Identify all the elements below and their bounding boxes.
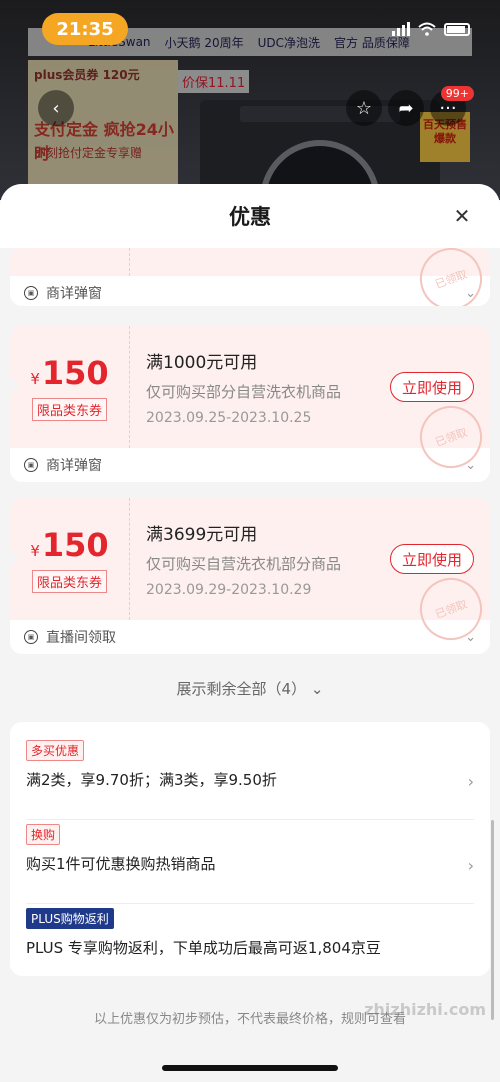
promotion-item[interactable]: 换购 购买1件可优惠换购热销商品 › [26,824,474,904]
sheet-header: 优惠 ✕ [0,184,500,248]
coupon-type-tag: 限品类东券 [31,397,107,421]
chevron-down-icon: ⌄ [310,680,324,698]
close-button[interactable]: ✕ [450,204,474,228]
coupon-source-label: 商详弹窗 [46,286,102,302]
sheet-title: 优惠 [229,205,271,229]
coupon-foot[interactable]: ▣ 商详弹窗 ⌄ [10,276,490,306]
wifi-icon [418,22,436,36]
coupon-source-icon: ▣ [24,630,38,644]
star-icon: ☆ [355,97,373,119]
status-icons [392,22,470,36]
promotion-text: 满2类，享9.70折；满3类，享9.50折 [26,771,277,789]
promotion-tag: 多买优惠 [26,740,85,761]
show-more-label: 展示剩余全部（4） [176,680,307,698]
coupon-body: ¥150 限品类东券 满1000元可用 仅可购买部分自营洗衣机商品 2023.0… [10,326,490,477]
coupon-source-icon: ▣ [24,286,38,300]
coupon-foot[interactable]: ▣ 直播间领取 ⌄ [10,620,490,654]
coupon-card: ¥150 限品类东券 满1000元可用 仅可购买部分自营洗衣机商品 2023.0… [10,326,490,482]
chevron-right-icon: › [467,856,474,875]
back-button[interactable]: ‹ [38,90,74,126]
coupon-amount-block: ¥150 限品类东券 [10,498,130,620]
coupon-left-partial [10,248,130,276]
use-now-button[interactable]: 立即使用 [390,372,474,402]
share-button[interactable]: ➦ [388,90,424,126]
message-badge: 99+ [440,86,474,101]
coupon-condition: 满3699元可用 [146,525,258,545]
coupon-foot[interactable]: ▣ 商详弹窗 ⌄ [10,448,490,482]
screen: LittleSwan 小天鹅 20周年 UDC净泡洗 官方 品质保障 plus会… [0,0,500,1082]
coupon-amount: ¥150 [30,353,109,392]
promotions-card: 多买优惠 满2类，享9.70折；满3类，享9.50折 › 换购 购买1件可优惠换… [10,722,490,976]
coupon-body-partial: 已领取 [10,248,490,306]
use-now-button[interactable]: 立即使用 [390,544,474,574]
promotion-tag: 换购 [26,824,61,845]
home-indicator[interactable] [162,1065,338,1071]
coupon-condition: 满1000元可用 [146,353,258,373]
promotion-text: PLUS 专享购物返利，下单成功后最高可返1,804京豆 [26,939,381,957]
promotion-item: PLUS购物返利 PLUS 专享购物返利，下单成功后最高可返1,804京豆 [26,908,474,988]
sheet-content: 已领取 ▣ 商详弹窗 ⌄ ¥150 限品类东券 满1000元可用 仅可购买部分自… [0,248,500,1082]
coupon-body: ¥150 限品类东券 满3699元可用 仅可购买自营洗衣机部分商品 2023.0… [10,498,490,649]
coupon-source-label: 直播间领取 [46,630,116,646]
discount-sheet: 优惠 ✕ 已领取 ▣ 商详弹窗 ⌄ ¥ 150 限品类东券 满1000元可用 仅… [0,184,500,1082]
share-icon: ➦ [398,97,414,119]
chevron-left-icon: ‹ [52,97,60,119]
promotion-item[interactable]: 多买优惠 满2类，享9.70折；满3类，享9.50折 › [26,740,474,820]
scrollbar[interactable] [491,820,494,1020]
battery-icon [444,22,470,36]
promotion-text: 购买1件可优惠换购热销商品 [26,855,216,873]
favorite-button[interactable]: ☆ [346,90,382,126]
show-more-button[interactable]: 展示剩余全部（4） ⌄ [0,678,500,699]
coupon-card-partial: 已领取 ▣ 商详弹窗 ⌄ [10,248,490,306]
coupon-amount: ¥150 [30,525,109,564]
coupon-amount-block: ¥150 限品类东券 [10,326,130,448]
coupon-source-label: 商详弹窗 [46,458,102,474]
coupon-card: ¥150 限品类东券 满3699元可用 仅可购买自营洗衣机部分商品 2023.0… [10,498,490,654]
chevron-right-icon: › [467,772,474,791]
close-icon: ✕ [453,204,471,228]
coupon-type-tag: 限品类东券 [31,569,107,593]
watermark: zhizhizhi.com [364,1000,486,1019]
coupon-source-icon: ▣ [24,458,38,472]
signal-icon [392,22,410,36]
status-time: 21:35 [42,13,128,45]
plus-tag: PLUS购物返利 [26,908,114,929]
